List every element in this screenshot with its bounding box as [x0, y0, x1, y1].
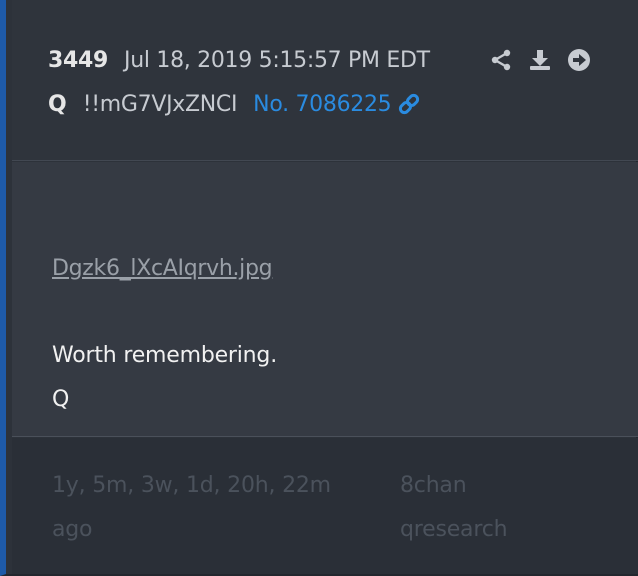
- attachment-link[interactable]: Dgzk6_lXcAIqrvh.jpg: [52, 256, 273, 281]
- post-age-line: ago: [52, 517, 93, 542]
- post-author: Q: [48, 91, 67, 117]
- download-icon[interactable]: [525, 45, 555, 75]
- post-message: Worth remembering. Q: [52, 334, 277, 422]
- post-board-site: 8chan: [400, 473, 467, 498]
- post-meta-row: 3449 Jul 18, 2019 5:15:57 PM EDT: [48, 44, 430, 76]
- post-header: 3449 Jul 18, 2019 5:15:57 PM EDT Q !!mG7…: [12, 0, 638, 161]
- post-age: 1y, 5m, 3w, 1d, 20h, 22m ago: [52, 464, 372, 552]
- post-board-name: qresearch: [400, 517, 508, 542]
- post-date: Jul 18, 2019 5:15:57 PM EDT: [124, 47, 430, 73]
- post-footer: 1y, 5m, 3w, 1d, 20h, 22m ago 8chan qrese…: [12, 438, 638, 574]
- share-icon[interactable]: [486, 45, 516, 75]
- link-icon: [399, 93, 420, 115]
- message-line: Worth remembering.: [52, 343, 277, 368]
- post-body: Dgzk6_lXcAIqrvh.jpg Worth remembering. Q: [12, 162, 638, 437]
- post-board: 8chan qresearch: [400, 464, 600, 552]
- post-tripcode: !!mG7VJxZNCI: [82, 91, 238, 117]
- post-age-line: 1y, 5m, 3w, 1d, 20h, 22m: [52, 473, 331, 498]
- post-link-label: No. 7086225: [253, 91, 392, 117]
- post-link[interactable]: No. 7086225: [253, 92, 421, 117]
- post-author-row: Q !!mG7VJxZNCI No. 7086225: [48, 88, 421, 120]
- message-line: Q: [52, 387, 70, 412]
- post-card: 3449 Jul 18, 2019 5:15:57 PM EDT Q !!mG7…: [0, 0, 638, 576]
- post-actions: [486, 44, 603, 76]
- arrow-right-circle-icon[interactable]: [564, 45, 594, 75]
- post-number: 3449: [48, 47, 109, 73]
